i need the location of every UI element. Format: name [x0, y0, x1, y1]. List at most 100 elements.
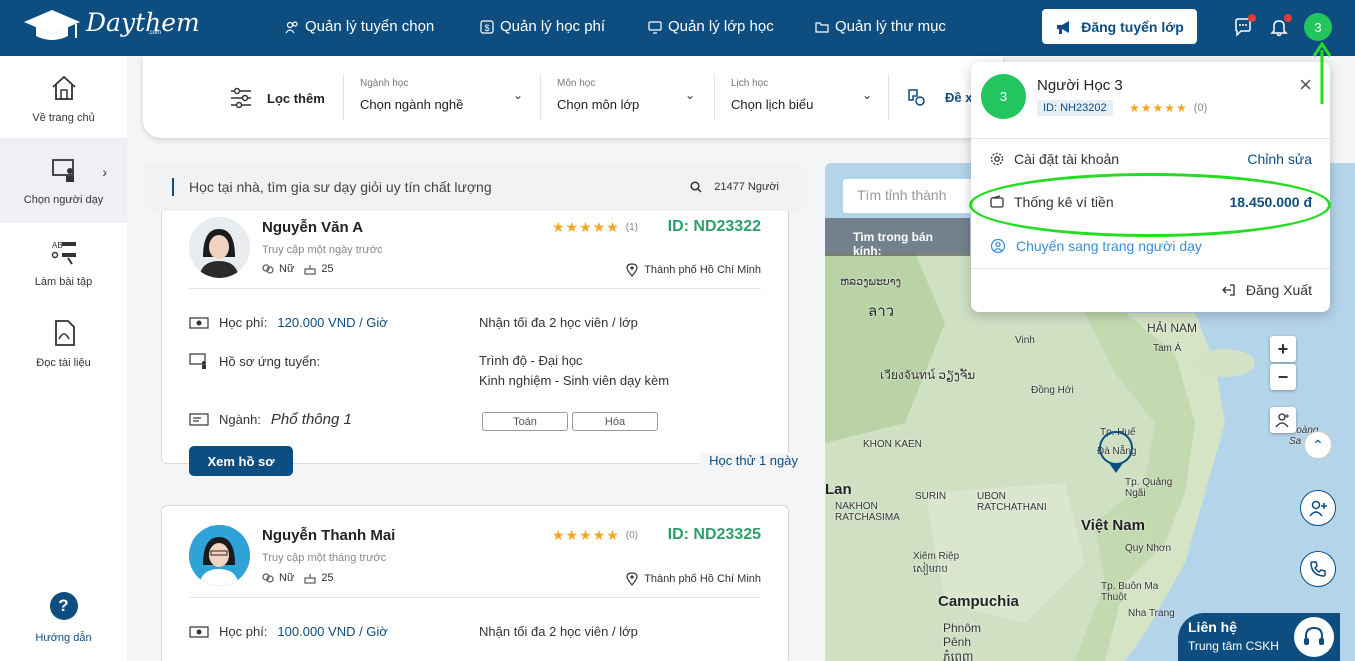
tutor-id: ID: ND23322	[667, 218, 761, 235]
account-settings-row[interactable]: Cài đặt tài khoản Chỉnh sửa	[990, 151, 1312, 167]
money-icon	[189, 625, 209, 638]
more-filters-button[interactable]: Lọc thêm	[229, 86, 325, 110]
zoom-in-button[interactable]: +	[1270, 336, 1296, 362]
edit-link[interactable]: Chỉnh sửa	[1247, 151, 1312, 167]
search-input[interactable]: Học tại nhà, tìm gia sư dạy giỏi uy tín …	[189, 179, 492, 195]
search-bar[interactable]: Học tại nhà, tìm gia sư dạy giỏi uy tín …	[143, 163, 807, 211]
street-view-button[interactable]	[1270, 407, 1296, 433]
map-label: SURIN	[915, 491, 947, 502]
filter-label: Lịch học	[731, 78, 769, 89]
location-value: Thành phố Hồ Chí Minh	[644, 264, 761, 276]
post-class-button[interactable]: Đăng tuyển lớp	[1042, 9, 1197, 44]
sidebar-item-home[interactable]: Về trang chủ	[0, 56, 127, 141]
max-students: Nhận tối đa 2 học viên / lớp	[479, 624, 638, 639]
megaphone-icon	[1057, 20, 1070, 34]
notifications-button[interactable]	[1266, 14, 1292, 40]
top-navbar: Daythem .com Quản lý tuyển chọn $ Quản l…	[0, 0, 1355, 56]
sidebar-item-label: Chọn người dạy	[23, 193, 104, 206]
tutor-photo[interactable]	[189, 217, 250, 278]
filter-value: Chọn ngành nghề	[360, 97, 464, 112]
logo[interactable]: Daythem	[22, 8, 200, 44]
help-label: Hướng dẫn	[35, 632, 92, 644]
map-label: Việt Nam	[1081, 517, 1145, 534]
monitor-icon	[648, 20, 662, 34]
major-label: Ngành:	[219, 412, 261, 427]
location-pin-icon	[626, 263, 638, 277]
map-label-ceyla: ຫລວງພະບາງ	[840, 276, 902, 288]
zoom-out-button[interactable]: −	[1270, 364, 1296, 390]
rating-count: (0)	[1193, 102, 1208, 114]
user-circle-icon	[990, 238, 1006, 254]
post-class-label: Đăng tuyển lớp	[1081, 18, 1184, 35]
messages-button[interactable]	[1230, 14, 1256, 40]
scroll-top-button[interactable]: ⌃	[1304, 431, 1332, 459]
trial-label: Học thử 1 ngày	[699, 453, 808, 468]
subject-tag: Toán	[482, 412, 568, 431]
popup-user-name: Người Học 3	[1037, 77, 1123, 94]
nav-folder-management[interactable]: Quản lý thư mục	[815, 18, 946, 35]
logout-button[interactable]: Đăng Xuất	[1221, 282, 1312, 298]
call-button[interactable]	[1300, 551, 1336, 587]
sidebar-item-label: Làm bài tập	[34, 275, 93, 288]
add-friend-button[interactable]	[1300, 490, 1336, 526]
gender-field: Nữ	[262, 572, 294, 584]
age-value: 25	[321, 572, 334, 584]
tutor-card: Nguyễn Văn A Truy cập một ngày trước Nữ …	[161, 211, 789, 464]
map-label: Tp. Buôn Ma Thuột	[1101, 581, 1159, 603]
sidebar-item-documents[interactable]: Đọc tài liệu	[0, 301, 127, 386]
fee-row: Học phí: 120.000 VND / Giờ	[189, 315, 388, 330]
map-label: ลาว	[868, 303, 895, 320]
close-icon[interactable]: ×	[1299, 72, 1312, 98]
tutor-name[interactable]: Nguyễn Văn A	[262, 219, 363, 236]
user-avatar-button[interactable]: 3	[1304, 13, 1332, 41]
contact-support-button[interactable]: Liên hệ Trung tâm CSKH	[1178, 613, 1340, 661]
sidebar-item-exercises[interactable]: AB Làm bài tập	[0, 220, 127, 305]
subject-tags: Toán Hóa	[482, 412, 658, 431]
notification-dot	[1248, 14, 1256, 22]
nav-label: Quản lý học phí	[500, 18, 606, 35]
view-profile-button[interactable]: Xem hồ sơ	[189, 446, 293, 476]
last-access: Truy cập một ngày trước	[262, 244, 383, 256]
map-label: เวียงจันทน์ ວຽງຈັນ	[880, 368, 976, 382]
province-search-input[interactable]: Tìm tỉnh thành	[843, 179, 983, 213]
divider	[971, 268, 1330, 269]
tutor-name[interactable]: Nguyễn Thanh Mai	[262, 527, 395, 544]
tutor-photo[interactable]	[189, 525, 250, 586]
nav-class-management[interactable]: Quản lý lớp học	[648, 18, 774, 35]
notification-dot	[1284, 14, 1292, 22]
map-label: Phnôm Pênh ភ្នំពេញ	[943, 621, 982, 661]
search-icon	[690, 181, 702, 193]
svg-text:AB: AB	[52, 241, 63, 250]
map-label: Đồng Hới	[1031, 385, 1074, 396]
switch-label: Chuyển sang trang người dạy	[1016, 238, 1202, 254]
map-label: HẢI NAM	[1147, 321, 1198, 335]
sidebar-item-help[interactable]: ? Hướng dẫn	[0, 592, 127, 644]
teacher-icon	[51, 158, 74, 182]
phone-icon	[1310, 561, 1326, 577]
map-label: UBON RATCHATHANI	[977, 491, 1047, 513]
svg-text:$: $	[484, 23, 489, 33]
cake-icon	[304, 265, 316, 275]
filter-subject-select[interactable]: Môn học Chọn môn lớp ⌄	[540, 74, 695, 120]
filter-major-select[interactable]: Ngành học Chọn ngành nghề ⌄	[343, 74, 523, 120]
nav-tuition-management[interactable]: $ Quản lý học phí	[480, 18, 605, 35]
star-icons: ★★★★★	[552, 527, 620, 543]
nav-selection-management[interactable]: Quản lý tuyển chọn	[285, 18, 434, 35]
gender-value: Nữ	[279, 572, 295, 584]
nav-label: Quản lý tuyển chọn	[305, 18, 435, 35]
chevron-down-icon: ⌄	[861, 88, 872, 102]
gear-icon	[990, 152, 1004, 166]
search-accent	[172, 178, 174, 196]
fee-value: 120.000 VND / Giờ	[277, 315, 388, 330]
result-count: 21477 Người	[714, 181, 779, 193]
filter-schedule-select[interactable]: Lịch học Chọn lịch biểu ⌄	[714, 74, 872, 120]
filter-value: Chọn lịch biểu	[731, 97, 814, 112]
fee-row: Học phí: 100.000 VND / Giờ	[189, 624, 388, 639]
age-field: 25	[304, 572, 334, 584]
star-icons: ★★★★★	[1129, 101, 1188, 115]
sidebar-item-label: Đọc tài liệu	[36, 356, 91, 369]
tutor-meta: Nữ 25	[262, 572, 334, 584]
sidebar-item-choose-tutor[interactable]: Chọn người dạy ›	[0, 138, 127, 223]
switch-to-tutor-link[interactable]: Chuyển sang trang người dạy	[990, 238, 1312, 254]
tutor-list-area: Học tại nhà, tìm gia sư dạy giỏi uy tín …	[143, 163, 808, 661]
